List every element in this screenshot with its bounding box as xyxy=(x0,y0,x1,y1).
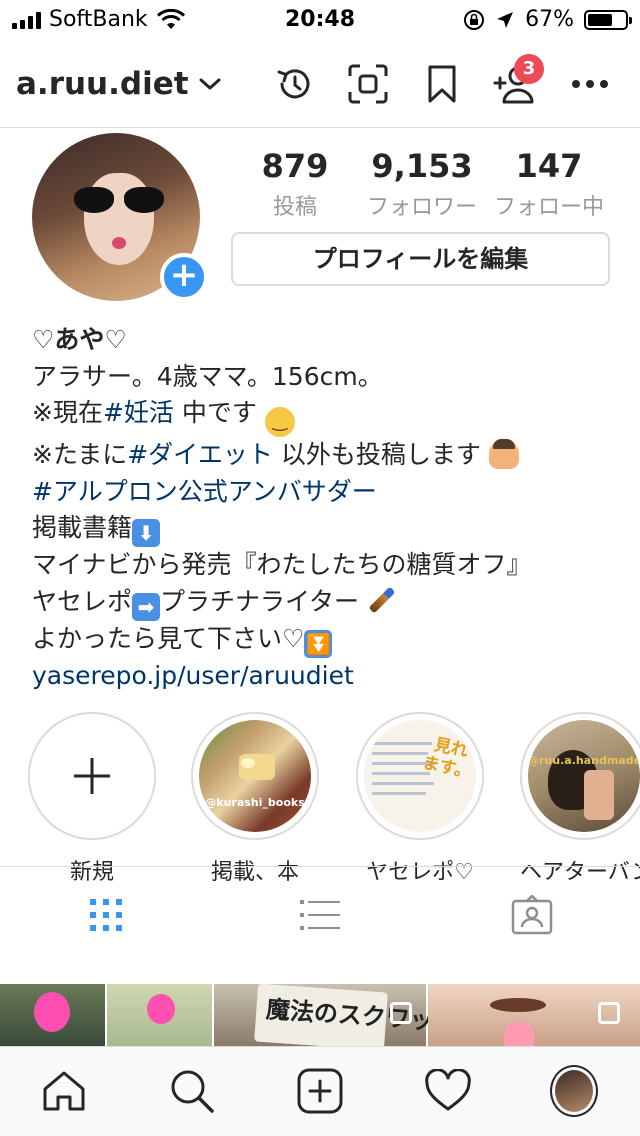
bio-website-link[interactable]: yaserepo.jp/user/aruudiet xyxy=(32,658,622,695)
multi-image-icon xyxy=(390,1002,412,1024)
highlight-image-text: @ruu.a.handmade xyxy=(528,754,640,767)
plus-icon xyxy=(74,758,110,794)
edit-profile-button[interactable]: プロフィールを編集 xyxy=(231,232,610,286)
profile-tabs xyxy=(0,866,640,984)
bio-text: ※たまに xyxy=(32,440,128,469)
following-stat[interactable]: 147 フォロー中 xyxy=(486,147,612,221)
status-bar: SoftBank 20:48 67% xyxy=(0,0,640,40)
bio-line: ※たまに#ダイエット 以外も投稿します xyxy=(32,437,622,474)
search-icon[interactable] xyxy=(168,1067,216,1115)
posts-grid: 魔法のスクワット xyxy=(0,984,640,1046)
chevron-down-icon xyxy=(199,78,221,90)
battery-percent: 67% xyxy=(525,7,574,32)
display-name: ♡あや♡ xyxy=(32,325,127,354)
profile-tab[interactable] xyxy=(550,1065,598,1117)
highlight-cover-screenshot: 見れます。 xyxy=(364,720,476,832)
highlight-item[interactable]: @kurashi_books 掲載、本 xyxy=(191,712,319,886)
hashtag-link[interactable]: #妊活 xyxy=(103,398,174,427)
highlight-cover-hair: @ruu.a.handmade xyxy=(528,720,640,832)
add-story-button[interactable]: + xyxy=(160,253,208,301)
profile-stats: 879 投稿 9,153 フォロワー 147 フォロー中 xyxy=(232,147,612,221)
tagged-icon[interactable] xyxy=(508,891,556,939)
highlight-new[interactable]: 新規 xyxy=(28,712,156,886)
home-icon[interactable] xyxy=(40,1067,88,1115)
bio-line: マイナビから発売『わたしたちの糖質オフ』 xyxy=(32,550,532,579)
bio-line: #アルプロン公式アンバサダー xyxy=(32,474,622,511)
highlight-ring: 見れます。 xyxy=(356,712,484,840)
bio-text: ヤセレポ xyxy=(32,586,133,616)
highlight-item[interactable]: 見れます。 ヤセレポ♡ xyxy=(356,712,484,886)
highlight-ring: @kurashi_books xyxy=(191,712,319,840)
new-post-icon[interactable] xyxy=(296,1067,344,1115)
bio-line: ヤセレポ ➡ プラチナライター xyxy=(32,584,622,621)
bio-text: 掲載書籍 xyxy=(32,513,133,542)
story-highlights: 新規 @kurashi_books 掲載、本 見れます。 ヤセレポ♡ @ruu.… xyxy=(0,712,640,885)
notification-badge: 3 xyxy=(514,54,544,84)
hashtag-link[interactable]: #アルプロン公式アンバサダー xyxy=(32,477,377,506)
bookmark-icon[interactable] xyxy=(420,62,464,106)
more-icon[interactable] xyxy=(568,62,612,106)
highlight-cover-food: @kurashi_books xyxy=(199,720,311,832)
hashtag-link[interactable]: #ダイエット xyxy=(127,440,273,469)
post-thumbnail[interactable]: 魔法のスクワット xyxy=(214,984,459,1046)
qr-scan-icon[interactable] xyxy=(346,62,390,106)
multi-image-icon xyxy=(598,1002,620,1024)
post-thumbnail[interactable] xyxy=(0,984,105,1046)
new-highlight-circle xyxy=(28,712,156,840)
post-thumbnail[interactable] xyxy=(428,984,640,1046)
orientation-lock-icon xyxy=(464,9,485,30)
followers-count: 9,153 xyxy=(371,147,473,185)
list-view-icon[interactable] xyxy=(296,891,344,939)
down-arrow-icon: ⬇ xyxy=(132,519,161,547)
account-switcher[interactable]: a.ruu.diet xyxy=(16,66,221,102)
followers-label: フォロワー xyxy=(366,195,477,220)
followers-stat[interactable]: 9,153 フォロワー xyxy=(359,147,485,221)
grinning-face-icon: ‿ xyxy=(264,407,295,437)
location-icon xyxy=(497,11,514,28)
bio-line: 掲載書籍 ⬇ xyxy=(32,510,622,547)
username-label: a.ruu.diet xyxy=(16,66,189,102)
grid-view-icon[interactable] xyxy=(82,891,130,939)
following-count: 147 xyxy=(515,147,583,185)
profile-avatar-icon xyxy=(550,1065,598,1117)
posts-stat[interactable]: 879 投稿 xyxy=(232,147,358,221)
following-label: フォロー中 xyxy=(493,195,604,220)
paintbrush-icon xyxy=(368,586,396,613)
bio-line: ※現在#妊活 中です ‿ xyxy=(32,395,622,437)
bio-text: 以外も投稿します xyxy=(272,440,481,469)
bio-text: ※現在 xyxy=(32,398,103,427)
bottom-navigation xyxy=(0,1046,640,1136)
profile-avatar[interactable]: + xyxy=(32,133,208,301)
bio-text: 中です xyxy=(173,398,257,427)
archive-history-icon[interactable] xyxy=(272,62,316,106)
profile-header: a.ruu.diet 3 xyxy=(0,40,640,128)
highlight-item[interactable]: @ruu.a.handmade ヘアターバン xyxy=(520,712,640,886)
highlight-image-text: 見れます。 xyxy=(420,734,474,783)
bio-line: よかったら見て下さい♡⏬ xyxy=(32,621,622,658)
add-person-icon[interactable]: 3 xyxy=(492,54,544,106)
status-right: 67% xyxy=(463,7,632,32)
highlight-image-text: @kurashi_books xyxy=(205,796,305,809)
profile-bio: ♡あや♡ アラサー。4歳ママ。156cm。 ※現在#妊活 中です ‿ ※たまに#… xyxy=(32,322,622,694)
activity-heart-icon[interactable] xyxy=(424,1067,472,1115)
highlight-ring: @ruu.a.handmade xyxy=(520,712,640,840)
bio-text: プラチナライター xyxy=(160,586,360,616)
posts-label: 投稿 xyxy=(272,195,317,220)
bio-line: アラサー。4歳ママ。156cm。 xyxy=(32,361,383,391)
battery-icon xyxy=(584,9,632,30)
post-thumbnail[interactable] xyxy=(107,984,212,1046)
double-down-arrow-icon: ⏬ xyxy=(304,629,333,658)
right-arrow-icon: ➡ xyxy=(132,592,161,621)
posts-count: 879 xyxy=(261,147,329,185)
bowing-person-icon xyxy=(488,439,519,469)
bio-text: よかったら見て下さい♡ xyxy=(32,623,305,653)
